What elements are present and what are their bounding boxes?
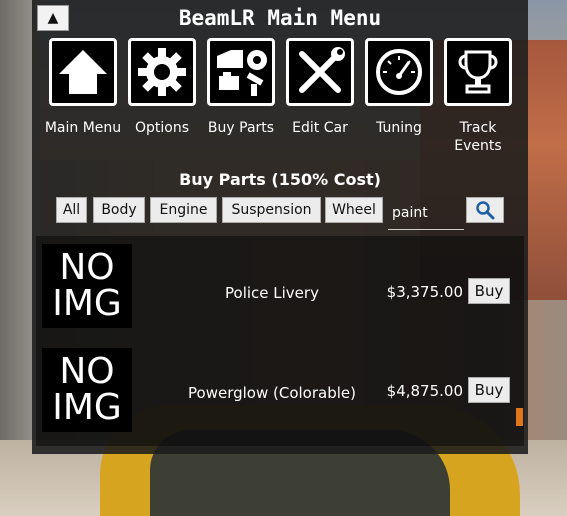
- home-icon: [49, 38, 117, 106]
- trophy-icon: [444, 38, 512, 106]
- filter-body-button[interactable]: Body: [93, 197, 145, 223]
- menu-item-main-menu[interactable]: Main Menu: [44, 38, 122, 137]
- menu-item-options[interactable]: Options: [123, 38, 201, 137]
- menu-item-tuning[interactable]: Tuning: [360, 38, 438, 137]
- menu-bar: Main Menu Options Buy Parts Edit Car Tun…: [44, 38, 516, 158]
- filter-all-button[interactable]: All: [56, 197, 87, 223]
- parts-list[interactable]: NO IMG Police Livery $3,375.00 Buy NO IM…: [36, 236, 524, 446]
- part-image-placeholder: NO IMG: [42, 348, 132, 432]
- menu-item-buy-parts[interactable]: Buy Parts: [202, 38, 280, 137]
- part-price: $3,375.00: [386, 283, 463, 301]
- menu-label-edit-car: Edit Car: [292, 120, 348, 136]
- no-img-line1: NO: [59, 247, 115, 288]
- no-img-line2: IMG: [52, 283, 122, 324]
- menu-label-buy-parts: Buy Parts: [207, 120, 275, 136]
- menu-item-edit-car[interactable]: Edit Car: [281, 38, 359, 137]
- section-title: Buy Parts (150% Cost): [179, 170, 381, 189]
- search-input[interactable]: [388, 197, 464, 230]
- part-image-placeholder: NO IMG: [42, 244, 132, 328]
- filter-wheel-button[interactable]: Wheel: [325, 197, 383, 223]
- menu-item-track-events[interactable]: Track Events: [439, 38, 517, 155]
- part-name: Police Livery: [225, 284, 319, 302]
- search-icon: [476, 201, 495, 220]
- gauge-icon: [365, 38, 433, 106]
- part-price: $4,875.00: [386, 382, 463, 400]
- menu-label-options: Options: [134, 120, 190, 136]
- search-button[interactable]: [466, 197, 504, 223]
- tools-icon: [286, 38, 354, 106]
- filter-engine-button[interactable]: Engine: [150, 197, 217, 223]
- menu-label-tuning: Tuning: [376, 120, 422, 136]
- part-name: Powerglow (Colorable): [188, 384, 356, 402]
- menu-label-track-events: Track Events: [454, 120, 502, 154]
- filter-suspension-button[interactable]: Suspension: [222, 197, 321, 223]
- no-img-line1: NO: [59, 351, 115, 392]
- no-img-line2: IMG: [52, 387, 122, 428]
- buy-button[interactable]: Buy: [468, 278, 510, 304]
- gear-icon: [128, 38, 196, 106]
- window-title: BeamLR Main Menu: [178, 6, 382, 30]
- list-item: NO IMG Powerglow (Colorable) $4,875.00 B…: [36, 340, 524, 436]
- buy-button[interactable]: Buy: [468, 377, 510, 403]
- car-parts-icon: [207, 38, 275, 106]
- scrollbar-thumb[interactable]: [516, 408, 523, 426]
- menu-label-main-menu: Main Menu: [44, 120, 122, 136]
- list-item: NO IMG Police Livery $3,375.00 Buy: [36, 236, 524, 332]
